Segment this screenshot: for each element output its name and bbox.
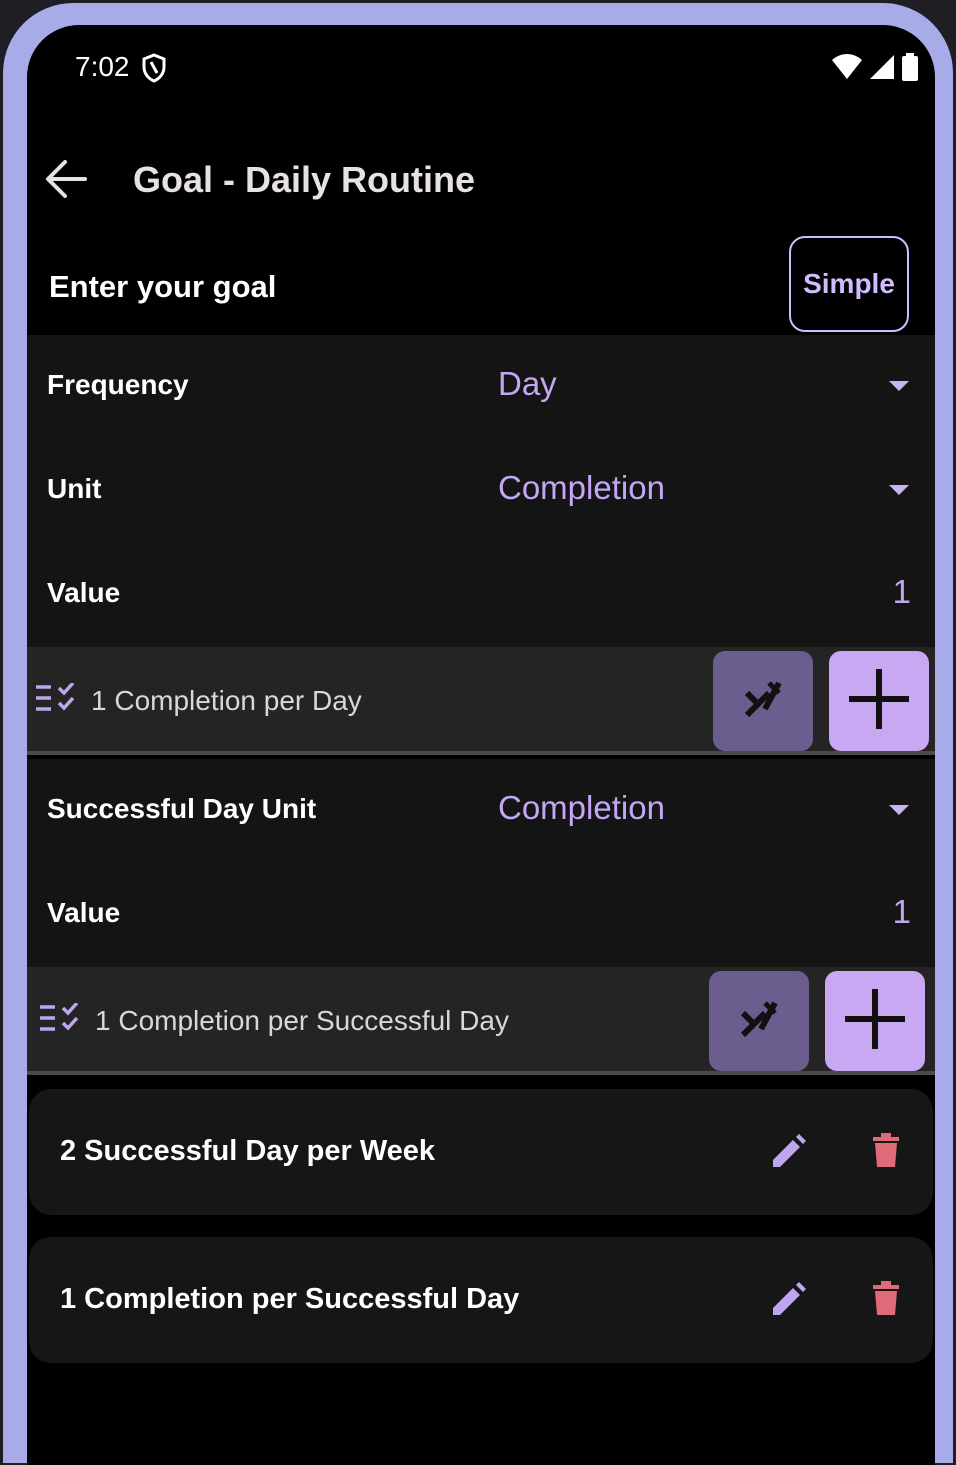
unit-label: Unit bbox=[47, 473, 102, 504]
delete-icon[interactable] bbox=[873, 1133, 899, 1167]
frequency-label: Frequency bbox=[47, 369, 189, 400]
device-frame: 7:02 Goal - Daily Routine Enter your goa… bbox=[3, 3, 953, 1465]
dropdown-caret-icon[interactable] bbox=[889, 485, 909, 495]
goal-settings-panel: Frequency Day Unit Completion Value 1 bbox=[27, 335, 935, 647]
successful-day-unit-label: Successful Day Unit bbox=[47, 793, 317, 824]
checklist-icon bbox=[39, 1001, 81, 1038]
add-button[interactable] bbox=[829, 651, 929, 751]
frequency-row[interactable]: Frequency Day bbox=[27, 335, 935, 439]
shield-icon bbox=[141, 53, 167, 88]
delete-icon[interactable] bbox=[873, 1281, 899, 1315]
dropdown-caret-icon[interactable] bbox=[889, 805, 909, 815]
signal-icon bbox=[869, 54, 895, 85]
unit-value[interactable]: Completion bbox=[498, 469, 665, 507]
clear-button[interactable] bbox=[713, 651, 813, 751]
simple-mode-button[interactable]: Simple bbox=[789, 236, 909, 332]
status-time: 7:02 bbox=[75, 51, 130, 82]
value-row[interactable]: Value 1 bbox=[27, 543, 935, 647]
page-title: Goal - Daily Routine bbox=[133, 159, 476, 200]
goal-list-item[interactable]: 1 Completion per Successful Day bbox=[29, 1237, 933, 1363]
edit-icon[interactable] bbox=[769, 1133, 807, 1171]
plus-icon bbox=[843, 987, 907, 1056]
value-input[interactable]: 1 bbox=[893, 573, 911, 611]
plus-icon bbox=[847, 667, 911, 736]
successful-day-unit-value[interactable]: Completion bbox=[498, 789, 665, 827]
battery-icon bbox=[901, 53, 919, 86]
successful-day-value-input[interactable]: 1 bbox=[893, 893, 911, 931]
clear-button[interactable] bbox=[709, 971, 809, 1071]
edit-icon[interactable] bbox=[769, 1281, 807, 1319]
goal-list-item[interactable]: 2 Successful Day per Week bbox=[29, 1089, 933, 1215]
goal-list-item-text: 2 Successful Day per Week bbox=[60, 1135, 436, 1167]
goal-summary-row: 1 Completion per Day bbox=[27, 647, 935, 755]
checklist-icon bbox=[35, 681, 77, 718]
successful-day-value-row[interactable]: Value 1 bbox=[27, 863, 935, 967]
successful-day-value-label: Value bbox=[47, 897, 121, 928]
frequency-value[interactable]: Day bbox=[498, 365, 557, 403]
unit-row[interactable]: Unit Completion bbox=[27, 439, 935, 543]
value-label: Value bbox=[47, 577, 121, 608]
successful-day-summary-row: 1 Completion per Successful Day bbox=[27, 967, 935, 1075]
clear-icon bbox=[739, 999, 779, 1044]
wifi-icon bbox=[831, 54, 863, 85]
successful-day-summary-text: 1 Completion per Successful Day bbox=[95, 1005, 509, 1036]
add-button[interactable] bbox=[825, 971, 925, 1071]
dropdown-caret-icon[interactable] bbox=[889, 381, 909, 391]
screen: 7:02 Goal - Daily Routine Enter your goa… bbox=[27, 25, 935, 1465]
goal-list-item-text: 1 Completion per Successful Day bbox=[60, 1283, 520, 1315]
status-icons bbox=[831, 53, 919, 86]
clear-icon bbox=[743, 679, 783, 724]
goal-summary-text: 1 Completion per Day bbox=[91, 685, 362, 716]
successful-day-panel: Successful Day Unit Completion Value 1 bbox=[27, 759, 935, 967]
goal-input-label[interactable]: Enter your goal bbox=[49, 269, 276, 305]
back-arrow-icon[interactable] bbox=[45, 157, 89, 201]
successful-day-unit-row[interactable]: Successful Day Unit Completion bbox=[27, 759, 935, 863]
